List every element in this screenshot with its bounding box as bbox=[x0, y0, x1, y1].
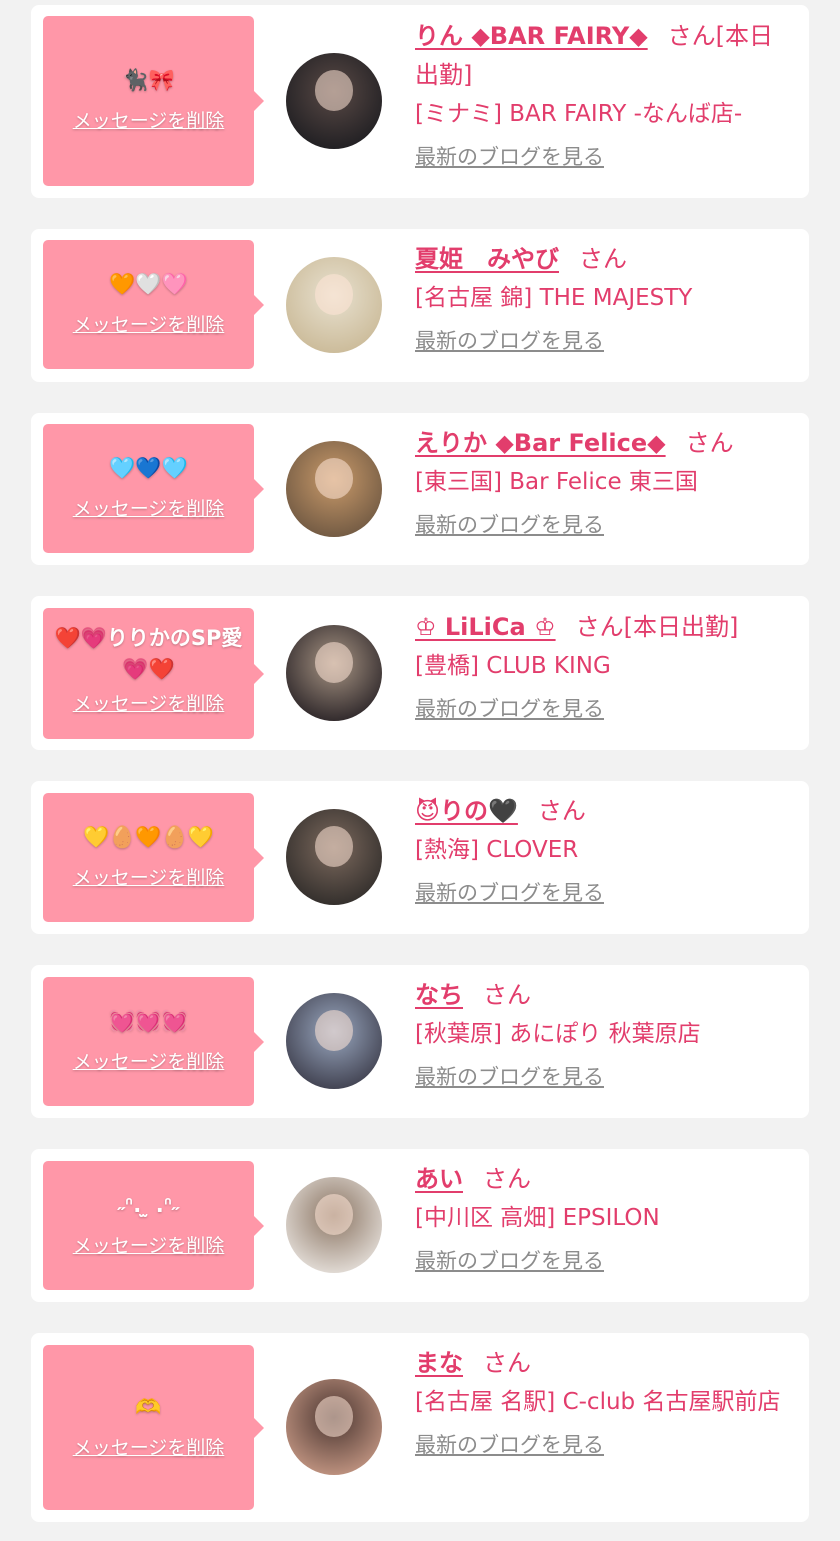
avatar[interactable] bbox=[286, 809, 382, 905]
honorific: さん bbox=[483, 1165, 531, 1193]
shop-info: [名古屋 名駅] C-club 名古屋駅前店 bbox=[415, 1389, 781, 1415]
cast-name-link[interactable]: りん ◆BAR FAIRY◆ bbox=[415, 22, 648, 50]
cast-info: りん ◆BAR FAIRY◆ さん[本日出勤] [ミナミ] BAR FAIRY -… bbox=[415, 17, 795, 171]
avatar[interactable] bbox=[286, 993, 382, 1089]
message-bubble: 🧡🤍🩷 メッセージを削除 bbox=[43, 240, 264, 369]
cast-info: なち さん [秋葉原] あにぽり 秋葉原店 最新のブログを見る bbox=[415, 976, 795, 1091]
honorific: さん bbox=[579, 245, 627, 273]
latest-blog-link[interactable]: 最新のブログを見る bbox=[415, 877, 604, 907]
delete-message-link[interactable]: メッセージを削除 bbox=[73, 1433, 225, 1460]
cast-name-link[interactable]: あい bbox=[415, 1165, 463, 1193]
message-bubble: 💛🥚🧡🥚💛 メッセージを削除 bbox=[43, 793, 264, 922]
shop-info: [熱海] CLOVER bbox=[415, 837, 579, 863]
name-line: なち さん bbox=[415, 976, 795, 1015]
latest-blog-link[interactable]: 最新のブログを見る bbox=[415, 1245, 604, 1275]
name-line: ♔ LiLiCa ♔ さん[本日出勤] bbox=[415, 608, 795, 647]
favorites-list: 🐈‍⬛🎀 メッセージを削除 りん ◆BAR FAIRY◆ さん[本日出勤] [ミナ… bbox=[0, 0, 840, 1541]
cast-info: 夏姫 みやび さん [名古屋 錦] THE MAJESTY 最新のブログを見る bbox=[415, 240, 795, 355]
honorific: さん bbox=[575, 613, 624, 641]
attendance-status: [本日出勤] bbox=[623, 613, 739, 641]
latest-blog-link[interactable]: 最新のブログを見る bbox=[415, 1061, 604, 1091]
favorite-card: ˶ᐢ. ̫ .ᐢ˶ メッセージを削除 あい さん [中川区 高畑] EPSILON… bbox=[31, 1149, 809, 1302]
delete-message-link[interactable]: メッセージを削除 bbox=[73, 863, 225, 890]
honorific: さん bbox=[483, 981, 531, 1009]
cast-info: ♔ LiLiCa ♔ さん[本日出勤] [豊橋] CLUB KING 最新のブログ… bbox=[415, 608, 795, 723]
delete-message-link[interactable]: メッセージを削除 bbox=[73, 1047, 225, 1074]
message-text: 💛🥚🧡🥚💛 bbox=[83, 824, 214, 849]
honorific: さん bbox=[537, 797, 586, 825]
message-text: 🧡🤍🩷 bbox=[109, 271, 188, 296]
honorific: さん bbox=[685, 429, 734, 457]
message-text: 🫶 bbox=[135, 1394, 162, 1419]
name-line: りん ◆BAR FAIRY◆ さん[本日出勤] bbox=[415, 17, 795, 95]
shop-info: [東三国] Bar Felice 東三国 bbox=[415, 469, 698, 495]
favorite-card: 🧡🤍🩷 メッセージを削除 夏姫 みやび さん [名古屋 錦] THE MAJEST… bbox=[31, 229, 809, 382]
honorific: さん bbox=[667, 22, 716, 50]
avatar[interactable] bbox=[286, 441, 382, 537]
shop-info: [ミナミ] BAR FAIRY -なんば店- bbox=[415, 101, 743, 127]
delete-message-link[interactable]: メッセージを削除 bbox=[73, 494, 225, 521]
message-bubble: ˶ᐢ. ̫ .ᐢ˶ メッセージを削除 bbox=[43, 1161, 264, 1290]
delete-message-link[interactable]: メッセージを削除 bbox=[73, 1231, 225, 1258]
favorite-card: ❤️💗りりかのSP愛💗❤️ メッセージを削除 ♔ LiLiCa ♔ さん[本日出勤… bbox=[31, 596, 809, 750]
cast-name-link[interactable]: 夏姫 みやび bbox=[415, 245, 559, 273]
cast-name-link[interactable]: 😈りの🖤 bbox=[415, 797, 518, 825]
honorific: さん bbox=[483, 1349, 531, 1377]
message-text: 🩵💙🩵 bbox=[109, 455, 188, 480]
avatar[interactable] bbox=[286, 1379, 382, 1475]
message-bubble: 🩵💙🩵 メッセージを削除 bbox=[43, 424, 264, 553]
cast-name-link[interactable]: まな bbox=[415, 1349, 463, 1377]
latest-blog-link[interactable]: 最新のブログを見る bbox=[415, 693, 604, 723]
latest-blog-link[interactable]: 最新のブログを見る bbox=[415, 141, 604, 171]
shop-info: [豊橋] CLUB KING bbox=[415, 653, 611, 679]
delete-message-link[interactable]: メッセージを削除 bbox=[73, 106, 225, 133]
avatar[interactable] bbox=[286, 257, 382, 353]
avatar[interactable] bbox=[286, 1177, 382, 1273]
delete-message-link[interactable]: メッセージを削除 bbox=[73, 310, 225, 337]
message-bubble: 🫶 メッセージを削除 bbox=[43, 1345, 264, 1510]
latest-blog-link[interactable]: 最新のブログを見る bbox=[415, 1429, 604, 1459]
favorite-card: 💛🥚🧡🥚💛 メッセージを削除 😈りの🖤 さん [熱海] CLOVER 最新のブログ… bbox=[31, 781, 809, 934]
message-text: 🐈‍⬛🎀 bbox=[122, 68, 175, 92]
message-bubble: ❤️💗りりかのSP愛💗❤️ メッセージを削除 bbox=[43, 608, 264, 739]
name-line: えりか ◆Bar Felice◆ さん bbox=[415, 424, 795, 463]
latest-blog-link[interactable]: 最新のブログを見る bbox=[415, 325, 604, 355]
cast-info: あい さん [中川区 高畑] EPSILON 最新のブログを見る bbox=[415, 1160, 795, 1275]
name-line: あい さん bbox=[415, 1160, 795, 1199]
favorite-card: 🩵💙🩵 メッセージを削除 えりか ◆Bar Felice◆ さん [東三国] Ba… bbox=[31, 413, 809, 565]
cast-info: まな さん [名古屋 名駅] C-club 名古屋駅前店 最新のブログを見る bbox=[415, 1344, 795, 1459]
cast-name-link[interactable]: ♔ LiLiCa ♔ bbox=[415, 613, 556, 641]
latest-blog-link[interactable]: 最新のブログを見る bbox=[415, 509, 604, 539]
cast-info: えりか ◆Bar Felice◆ さん [東三国] Bar Felice 東三国 … bbox=[415, 424, 795, 539]
cast-name-link[interactable]: なち bbox=[415, 981, 463, 1009]
shop-info: [名古屋 錦] THE MAJESTY bbox=[415, 285, 693, 311]
cast-name-link[interactable]: えりか ◆Bar Felice◆ bbox=[415, 429, 666, 457]
favorite-card: 🫶 メッセージを削除 まな さん [名古屋 名駅] C-club 名古屋駅前店 最… bbox=[31, 1333, 809, 1522]
name-line: 夏姫 みやび さん bbox=[415, 240, 795, 279]
message-bubble: 🐈‍⬛🎀 メッセージを削除 bbox=[43, 16, 264, 186]
avatar[interactable] bbox=[286, 53, 382, 149]
delete-message-link[interactable]: メッセージを削除 bbox=[73, 689, 225, 716]
message-text: 💓💓💓 bbox=[109, 1008, 188, 1033]
name-line: 😈りの🖤 さん bbox=[415, 792, 795, 831]
favorite-card: 💓💓💓 メッセージを削除 なち さん [秋葉原] あにぽり 秋葉原店 最新のブログ… bbox=[31, 965, 809, 1118]
cast-info: 😈りの🖤 さん [熱海] CLOVER 最新のブログを見る bbox=[415, 792, 795, 907]
favorite-card: 🐈‍⬛🎀 メッセージを削除 りん ◆BAR FAIRY◆ さん[本日出勤] [ミナ… bbox=[31, 5, 809, 198]
message-bubble: 💓💓💓 メッセージを削除 bbox=[43, 977, 264, 1106]
avatar[interactable] bbox=[286, 625, 382, 721]
message-text: ˶ᐢ. ̫ .ᐢ˶ bbox=[117, 1192, 180, 1217]
message-text: ❤️💗りりかのSP愛💗❤️ bbox=[54, 626, 243, 681]
name-line: まな さん bbox=[415, 1344, 795, 1383]
shop-info: [中川区 高畑] EPSILON bbox=[415, 1205, 660, 1231]
shop-info: [秋葉原] あにぽり 秋葉原店 bbox=[415, 1021, 701, 1047]
